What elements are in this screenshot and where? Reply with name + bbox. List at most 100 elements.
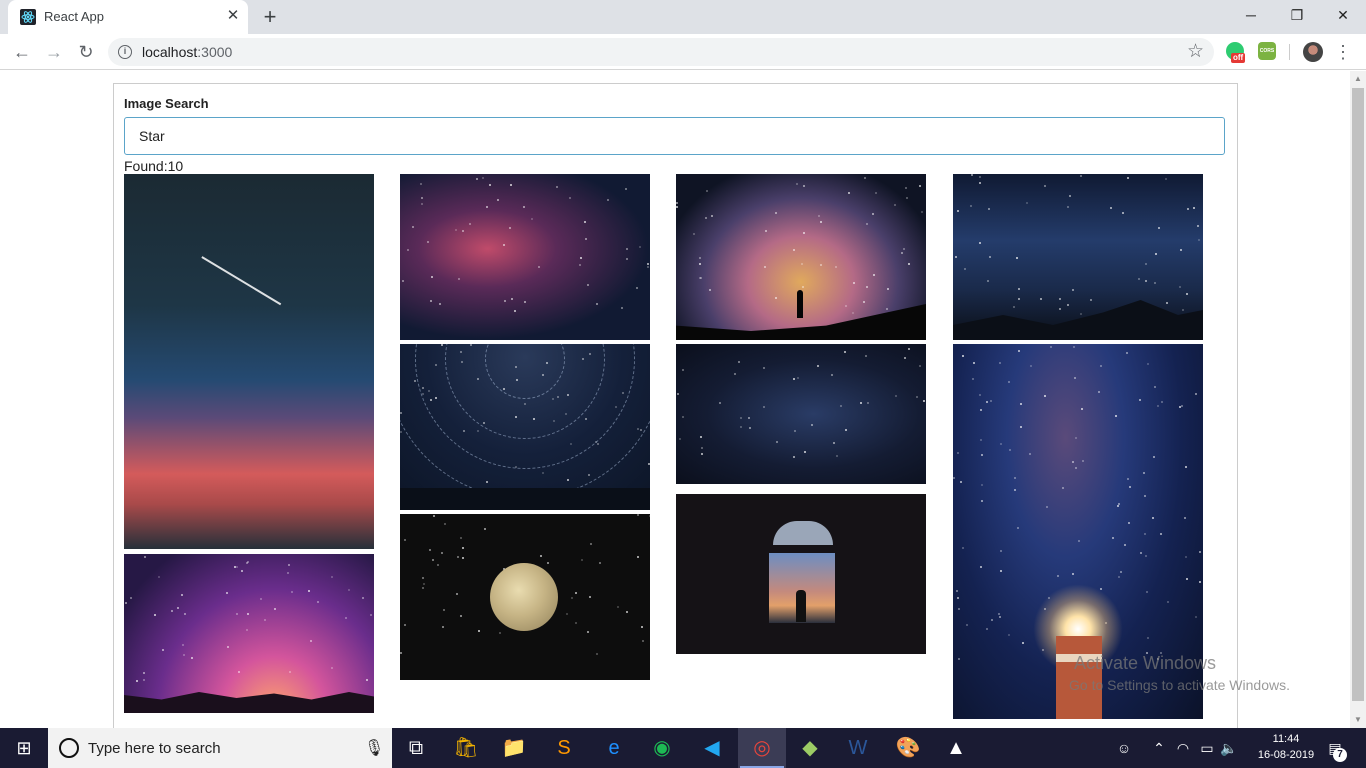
browser-menu-icon[interactable]: ⋮ [1334, 39, 1352, 65]
cors-extension-icon[interactable]: CORS [1258, 42, 1276, 60]
star-speck [596, 303, 598, 305]
wifi-icon[interactable]: ◠ [1172, 728, 1194, 768]
taskbar-search-box[interactable]: Type here to search 🎙 [48, 728, 392, 768]
image-milky-way-silhouette[interactable] [676, 174, 926, 340]
star-speck [288, 564, 290, 566]
star-speck [566, 613, 568, 615]
tab-close-icon[interactable]: ✕ [224, 7, 242, 25]
spotify-icon[interactable]: ◉ [638, 728, 686, 768]
star-speck [818, 215, 820, 217]
chrome-icon[interactable]: ◎ [738, 728, 786, 768]
star-speck [460, 537, 462, 539]
image-blue-starfield[interactable] [676, 344, 926, 484]
image-mountain-milky-way[interactable] [953, 174, 1203, 340]
battery-icon[interactable]: ▭ [1196, 728, 1218, 768]
star-speck [955, 256, 957, 258]
volume-icon[interactable]: 🔈 [1218, 728, 1240, 768]
page-scrollbar[interactable]: ▲ ▼ [1350, 71, 1366, 728]
image-full-moon[interactable] [400, 514, 650, 680]
vscode-icon[interactable]: ◀ [688, 728, 736, 768]
star-speck [775, 212, 777, 214]
word-icon[interactable]: W [834, 728, 882, 768]
star-speck [497, 199, 499, 201]
clock-time: 11:44 [1272, 733, 1300, 745]
maximize-button[interactable]: ❐ [1274, 0, 1320, 30]
task-view-icon[interactable]: ⧉ [392, 728, 440, 768]
photos-icon[interactable]: ▲ [932, 728, 980, 768]
star-speck [1013, 306, 1015, 308]
store-icon[interactable]: 🛍 [442, 728, 490, 768]
star-speck [183, 654, 185, 656]
star-speck [626, 248, 628, 250]
bookmark-star-icon[interactable]: ☆ [1187, 40, 1204, 63]
star-speck [1187, 208, 1189, 210]
star-speck [400, 652, 402, 654]
star-speck [1022, 642, 1024, 644]
star-speck [476, 178, 478, 180]
star-speck [1185, 556, 1187, 558]
image-window-view[interactable] [676, 494, 926, 654]
star-speck [966, 624, 968, 626]
star-speck [964, 268, 966, 270]
scroll-up-arrow-icon[interactable]: ▲ [1350, 71, 1366, 87]
new-tab-button[interactable]: + [258, 5, 282, 29]
browser-tab[interactable]: React App ✕ [8, 0, 248, 34]
taskbar-clock[interactable]: 11:44 16-08-2019 [1256, 731, 1316, 763]
star-speck [1009, 449, 1011, 451]
star-speck [575, 622, 577, 624]
windows-start-icon[interactable]: ⊞ [0, 728, 48, 768]
star-speck [581, 559, 583, 561]
person-silhouette [797, 290, 803, 318]
taskbar-search-placeholder: Type here to search [88, 740, 221, 757]
star-speck [866, 286, 868, 288]
sublime-text-icon[interactable]: S [540, 728, 588, 768]
scroll-down-arrow-icon[interactable]: ▼ [1350, 712, 1366, 728]
reload-icon[interactable]: ↻ [73, 39, 99, 65]
star-speck [980, 409, 982, 411]
star-speck [908, 263, 910, 265]
forward-arrow-icon[interactable]: → [41, 39, 67, 65]
scroll-thumb[interactable] [1352, 88, 1364, 701]
info-icon[interactable]: i [118, 45, 132, 59]
edge-browser-icon[interactable]: e [590, 728, 638, 768]
star-speck [677, 393, 679, 395]
star-speck [860, 402, 862, 404]
star-speck [404, 539, 406, 541]
image-purple-milky-way-hills[interactable] [124, 554, 374, 713]
star-speck [803, 232, 805, 234]
microphone-icon[interactable]: 🎙 [364, 738, 384, 758]
star-speck [181, 594, 183, 596]
back-arrow-icon[interactable]: ← [9, 39, 35, 65]
star-speck [287, 572, 289, 574]
show-hidden-icons-icon[interactable]: ⌃ [1148, 728, 1170, 768]
file-explorer-icon[interactable]: 📁 [490, 728, 538, 768]
git-gui-icon[interactable]: ◆ [786, 728, 834, 768]
profile-avatar[interactable] [1303, 42, 1323, 62]
image-shooting-star-sunset[interactable] [124, 174, 374, 549]
star-speck [400, 431, 402, 433]
image-star-trails[interactable] [400, 344, 650, 510]
url-port: :3000 [197, 44, 233, 60]
star-speck [1018, 288, 1020, 290]
star-speck [1040, 298, 1042, 300]
url-text[interactable]: localhost:3000 [142, 44, 232, 60]
star-speck [264, 619, 266, 621]
people-icon[interactable]: ☺ [1112, 728, 1136, 768]
star-speck [407, 249, 409, 251]
star-speck [1057, 575, 1059, 577]
star-speck [1018, 298, 1020, 300]
action-center-icon[interactable]: ▤ [1320, 728, 1350, 768]
star-speck [979, 394, 981, 396]
star-speck [873, 274, 875, 276]
search-input[interactable] [124, 117, 1225, 155]
star-speck [682, 369, 684, 371]
star-speck [1000, 550, 1002, 552]
paint-icon[interactable]: 🎨 [884, 728, 932, 768]
address-bar[interactable]: i localhost:3000 ☆ [108, 38, 1214, 66]
star-speck [584, 221, 586, 223]
minimize-button[interactable]: ─ [1228, 0, 1274, 30]
close-window-button[interactable]: ✕ [1320, 0, 1366, 30]
star-speck [986, 401, 988, 403]
star-speck [158, 576, 160, 578]
image-pink-nebula[interactable] [400, 174, 650, 340]
